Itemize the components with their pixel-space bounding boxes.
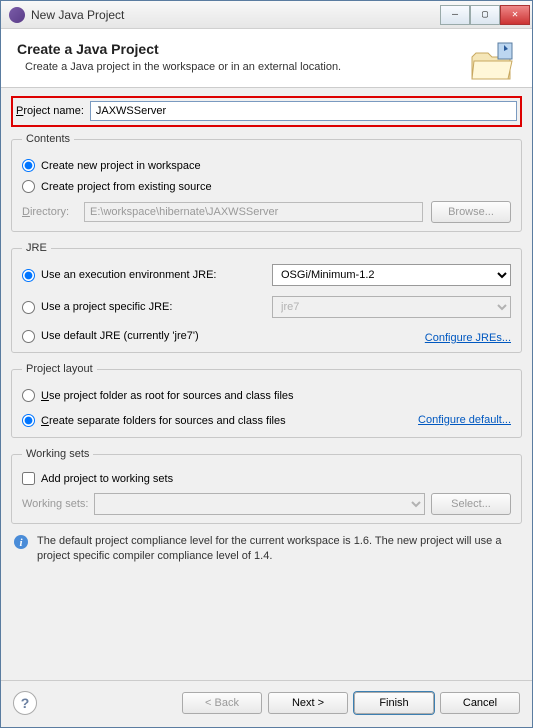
browse-button: Browse... <box>431 201 511 223</box>
next-button[interactable]: Next > <box>268 692 348 714</box>
jre-env-label[interactable]: Use an execution environment JRE: <box>41 269 216 281</box>
jre-group: JRE Use an execution environment JRE: OS… <box>11 242 522 353</box>
layout-separate-label[interactable]: Create separate folders for sources and … <box>41 415 286 427</box>
window-title: New Java Project <box>31 8 440 22</box>
minimize-button[interactable]: — <box>440 5 470 25</box>
dialog-content: Project name: Contents Create new projec… <box>1 88 532 680</box>
dialog-header: Create a Java Project Create a Java proj… <box>1 29 532 88</box>
info-message: i The default project compliance level f… <box>11 534 522 564</box>
app-icon <box>9 7 25 23</box>
contents-group: Contents Create new project in workspace… <box>11 133 522 232</box>
project-name-input[interactable] <box>90 101 517 121</box>
jre-default-radio[interactable] <box>22 330 35 343</box>
wizard-folder-icon <box>468 39 516 87</box>
maximize-button[interactable]: ▢ <box>470 5 500 25</box>
jre-env-select[interactable]: OSGi/Minimum-1.2 <box>272 264 511 286</box>
project-name-highlight: Project name: <box>11 96 522 127</box>
project-name-label: Project name: <box>16 105 84 117</box>
working-sets-select <box>94 493 425 515</box>
window-controls: — ▢ ✕ <box>440 5 530 25</box>
configure-layout-link[interactable]: Configure default... <box>418 414 511 426</box>
jre-specific-select: jre7 <box>272 296 511 318</box>
titlebar: New Java Project — ▢ ✕ <box>1 1 532 29</box>
jre-default-label[interactable]: Use default JRE (currently 'jre7') <box>41 330 199 342</box>
configure-jres-link[interactable]: Configure JREs... <box>425 332 511 344</box>
create-new-label[interactable]: Create new project in workspace <box>41 160 201 172</box>
info-icon: i <box>13 534 29 550</box>
jre-specific-radio[interactable] <box>22 301 35 314</box>
page-title: Create a Java Project <box>17 41 516 57</box>
dialog-footer: ? < Back Next > Finish Cancel <box>1 680 532 727</box>
layout-root-label[interactable]: Use project folder as root for sources a… <box>41 390 294 402</box>
working-sets-group: Working sets Add project to working sets… <box>11 448 522 524</box>
back-button: < Back <box>182 692 262 714</box>
layout-root-radio[interactable] <box>22 389 35 402</box>
help-button[interactable]: ? <box>13 691 37 715</box>
finish-button[interactable]: Finish <box>354 692 434 714</box>
contents-legend: Contents <box>22 133 74 145</box>
create-existing-label[interactable]: Create project from existing source <box>41 181 212 193</box>
add-working-sets-label[interactable]: Add project to working sets <box>41 473 173 485</box>
close-button[interactable]: ✕ <box>500 5 530 25</box>
info-text: The default project compliance level for… <box>37 534 520 564</box>
page-subtitle: Create a Java project in the workspace o… <box>25 61 516 73</box>
directory-input <box>84 202 423 222</box>
create-existing-radio[interactable] <box>22 180 35 193</box>
working-sets-legend: Working sets <box>22 448 93 460</box>
dialog-window: New Java Project — ▢ ✕ Create a Java Pro… <box>0 0 533 728</box>
create-new-radio[interactable] <box>22 159 35 172</box>
jre-env-radio[interactable] <box>22 269 35 282</box>
directory-label: Directory: <box>22 206 76 218</box>
cancel-button[interactable]: Cancel <box>440 692 520 714</box>
jre-legend: JRE <box>22 242 51 254</box>
select-working-sets-button: Select... <box>431 493 511 515</box>
layout-legend: Project layout <box>22 363 97 375</box>
layout-separate-radio[interactable] <box>22 414 35 427</box>
add-working-sets-checkbox[interactable] <box>22 472 35 485</box>
working-sets-label: Working sets: <box>22 498 88 510</box>
jre-specific-label[interactable]: Use a project specific JRE: <box>41 301 172 313</box>
project-layout-group: Project layout Use project folder as roo… <box>11 363 522 438</box>
